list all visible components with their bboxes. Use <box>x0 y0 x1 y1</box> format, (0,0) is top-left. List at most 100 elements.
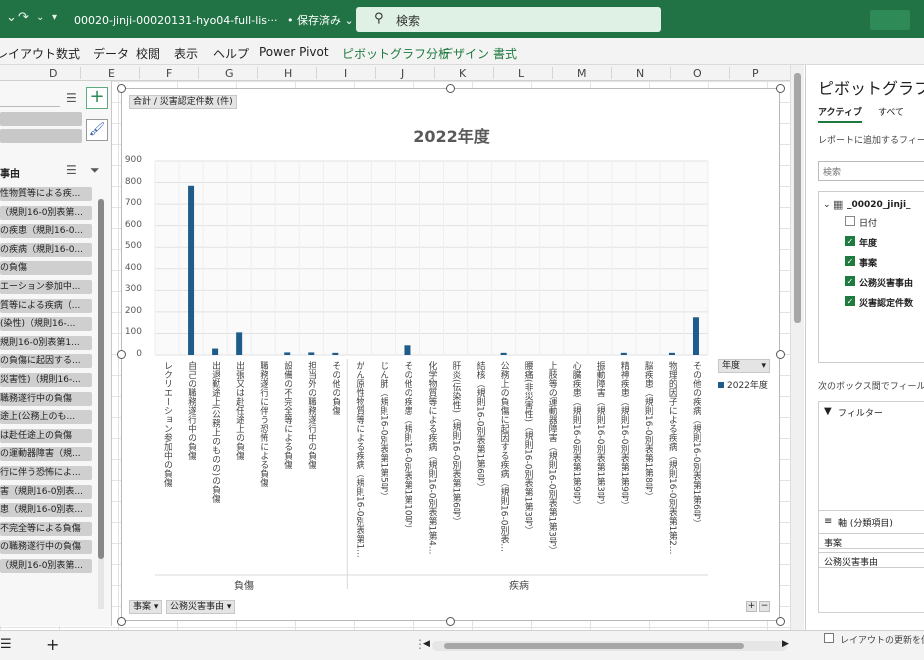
column-header-l[interactable]: L <box>518 67 524 80</box>
resize-handle[interactable] <box>446 84 455 93</box>
slicer-item[interactable]: （規則16-0別表第... <box>0 205 92 220</box>
defer-update-checkbox[interactable] <box>824 633 834 643</box>
scroll-right-icon[interactable]: ▶ <box>782 639 789 649</box>
field-name[interactable]: 公務災害事由 <box>859 276 913 289</box>
slicer-item[interactable]: 患（規則16-0別表... <box>0 503 92 518</box>
tab-active-fields[interactable]: アクティブ <box>818 105 863 123</box>
expand-field-button[interactable]: + <box>746 601 757 612</box>
slicer-item[interactable]: 性物質等による疾... <box>0 187 92 201</box>
resize-handle[interactable] <box>776 350 785 359</box>
scroll-thumb[interactable] <box>444 643 744 649</box>
field-checkbox[interactable]: ✓ <box>845 276 855 286</box>
chart-bar[interactable] <box>188 185 195 355</box>
resize-handle[interactable] <box>776 84 785 93</box>
axis-item[interactable]: 公務災害事由 <box>818 552 924 568</box>
resize-handle[interactable] <box>117 84 126 93</box>
tab-design[interactable]: デザイン <box>441 45 489 62</box>
resize-handle[interactable] <box>117 350 126 359</box>
slicer-item[interactable]: (染性)（規則16-... <box>0 317 92 332</box>
tab-pivotchart-analyze[interactable]: ピボットグラフ分析 <box>342 45 450 62</box>
tab-help[interactable]: ヘルプ <box>213 45 249 62</box>
customize-qat-icon[interactable]: ▾ <box>52 12 57 23</box>
field-checkbox[interactable]: ✓ <box>845 296 855 306</box>
horizontal-scrollbar[interactable] <box>432 641 787 651</box>
tab-format[interactable]: 書式 <box>493 45 517 62</box>
slicer-item[interactable]: （規則16-0別表第... <box>0 559 92 573</box>
legend-field-button[interactable]: 年度 ▾ <box>718 359 770 373</box>
axis-field-button-case[interactable]: 事案 ▾ <box>129 600 163 614</box>
field-name[interactable]: 災害認定件数 <box>859 296 913 309</box>
collapse-table-icon[interactable]: ⌄ <box>823 200 831 210</box>
tab-all-fields[interactable]: すべて <box>878 105 904 118</box>
pivot-chart[interactable]: 合計 / 災害認定件数 (件) 2022年度 0 100 200 300 400 500 6… <box>121 88 780 621</box>
tab-formulas[interactable]: 数式 <box>56 45 80 62</box>
slicer-item[interactable]: の運動器障害（規... <box>0 447 92 462</box>
column-header-g[interactable]: G <box>225 67 234 80</box>
slicer-item[interactable]: の疾病（規則16-0... <box>0 242 92 257</box>
multi-select-icon[interactable]: ☰ <box>66 163 77 177</box>
chart-bar[interactable] <box>212 348 219 355</box>
collapse-field-button[interactable]: − <box>759 601 770 612</box>
column-header-m[interactable]: M <box>577 67 587 80</box>
chart-bar[interactable] <box>332 352 339 355</box>
undo-dropdown-icon[interactable]: ⌄ <box>6 10 17 25</box>
scroll-thumb[interactable] <box>794 73 801 323</box>
scroll-left-icon[interactable]: ◀ <box>423 639 430 649</box>
column-header-o[interactable]: O <box>693 67 702 80</box>
column-header-p[interactable]: P <box>752 67 759 80</box>
clear-filter-icon[interactable]: ⏷ <box>90 163 100 178</box>
resize-handle[interactable] <box>776 617 785 626</box>
column-header-j[interactable]: J <box>401 67 404 80</box>
multi-select-icon[interactable]: ☰ <box>66 91 77 105</box>
chart-bar[interactable] <box>308 352 315 355</box>
chart-bar[interactable] <box>236 332 243 355</box>
resize-handle[interactable] <box>446 617 455 626</box>
slicer-item[interactable]: 不完全等による負傷 <box>0 521 92 536</box>
column-header-f[interactable]: F <box>166 67 172 80</box>
slicer-item[interactable]: 災害性)（規則16-... <box>0 373 92 387</box>
slicer-item[interactable]: 途上(公務上のも... <box>0 410 92 425</box>
resize-handle[interactable] <box>117 617 126 626</box>
slicer-search-line[interactable] <box>0 89 60 107</box>
slicer-item[interactable]: の疾患（規則16-0... <box>0 224 92 239</box>
slicer-item[interactable]: は赴任途上の負傷 <box>0 428 92 443</box>
tab-power-pivot[interactable]: Power Pivot <box>259 45 329 59</box>
column-header-i[interactable]: I <box>344 67 347 80</box>
chart-bar[interactable] <box>620 352 627 355</box>
field-name[interactable]: 事案 <box>859 256 877 269</box>
tab-layout[interactable]: レイアウト <box>0 45 56 62</box>
axis-field-button-reason[interactable]: 公務災害事由 ▾ <box>166 600 236 614</box>
column-header-h[interactable]: H <box>284 67 292 80</box>
chart-bar[interactable] <box>500 352 507 355</box>
format-brush-icon[interactable]: 🖌 <box>86 119 108 141</box>
slicer-scrollbar[interactable] <box>98 199 104 609</box>
tab-review[interactable]: 校閲 <box>136 45 160 62</box>
slicer-item[interactable]: 規則16-0別表第1... <box>0 335 92 350</box>
field-checkbox[interactable]: ✓ <box>845 256 855 266</box>
slicer-item[interactable]: 質等による疾病（... <box>0 298 92 313</box>
axis-item[interactable]: 事案 <box>818 533 924 549</box>
slicer-item[interactable]: エーション参加中... <box>0 280 92 294</box>
slicer-item[interactable]: 害（規則16-0別表... <box>0 484 92 499</box>
slicer-item[interactable]: 行に伴う恐怖によ... <box>0 466 92 480</box>
column-header-k[interactable]: K <box>459 67 466 80</box>
field-checkbox[interactable]: ✓ <box>845 236 855 246</box>
chart-bar[interactable] <box>692 317 699 355</box>
file-name[interactable]: 00020-jinji-00020131-hyo04-full-lis··· •… <box>74 12 354 28</box>
column-header-e[interactable]: E <box>108 67 115 80</box>
search-box[interactable]: ⚲ 検索 <box>356 7 661 32</box>
slicer-item[interactable]: の職務遂行中の負傷 <box>0 540 92 555</box>
field-checkbox[interactable] <box>845 216 855 226</box>
field-name[interactable]: 年度 <box>859 236 877 249</box>
chart-bar[interactable] <box>284 352 291 355</box>
scroll-thumb[interactable] <box>98 199 104 559</box>
redo-dropdown-icon[interactable]: ⌄ <box>36 12 44 23</box>
slicer-item[interactable]: 職務遂行中の負傷 <box>0 391 92 406</box>
add-slicer-button[interactable]: + <box>86 87 108 109</box>
sheet-list-icon[interactable]: ☰ <box>0 637 12 652</box>
column-header-d[interactable]: D <box>49 67 57 80</box>
slicer-item[interactable]: の負傷に起因する... <box>0 354 92 369</box>
tab-view[interactable]: 表示 <box>174 45 198 62</box>
vertical-scrollbar[interactable] <box>790 65 804 630</box>
field-name[interactable]: 日付 <box>859 216 877 229</box>
